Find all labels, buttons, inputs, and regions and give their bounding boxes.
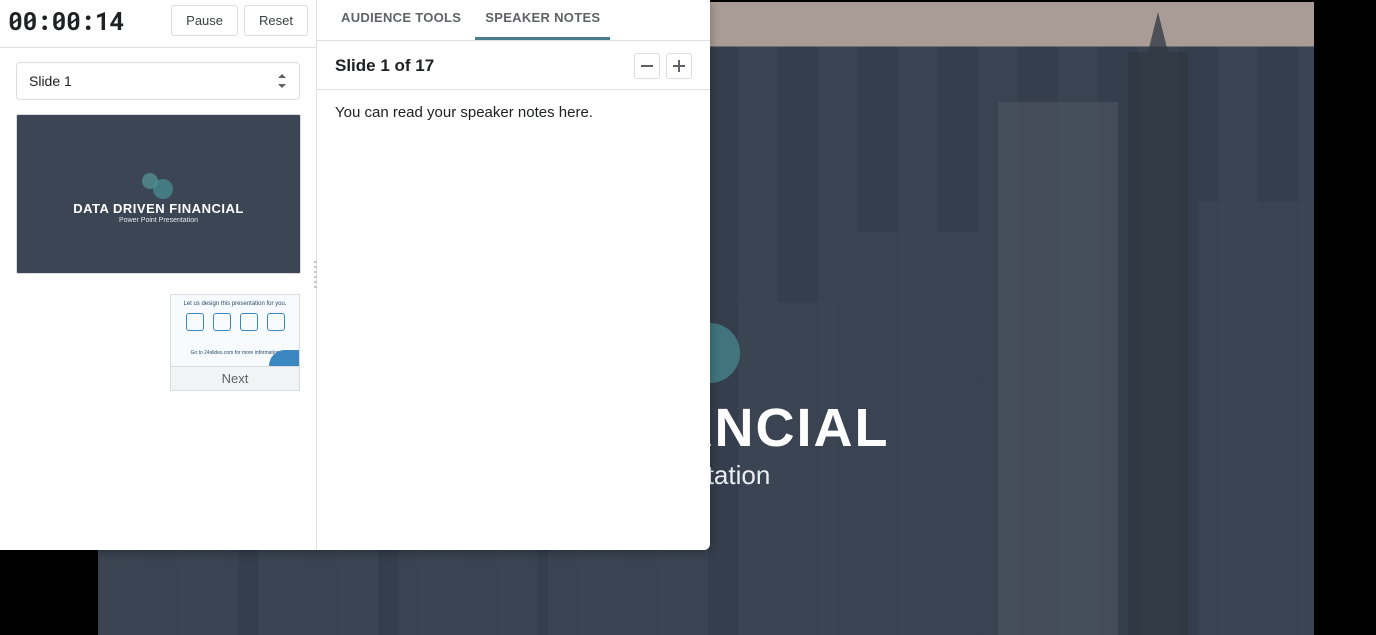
tab-audience-tools[interactable]: AUDIENCE TOOLS bbox=[331, 0, 471, 40]
notes-zoom-out-button[interactable] bbox=[634, 53, 660, 79]
minus-icon bbox=[641, 65, 653, 67]
speaker-notes-body: You can read your speaker notes here. bbox=[317, 90, 710, 550]
slide-select-label: Slide 1 bbox=[29, 73, 72, 89]
plus-icon bbox=[673, 60, 685, 72]
presenter-right-pane: AUDIENCE TOOLS SPEAKER NOTES Slide 1 of … bbox=[317, 0, 710, 550]
notes-zoom-controls bbox=[634, 53, 692, 79]
select-updown-icon bbox=[278, 74, 287, 88]
next-slide-thumbnail[interactable]: Let us design this presentation for you.… bbox=[170, 294, 300, 367]
next-thumb-line1: Let us design this presentation for you. bbox=[171, 301, 299, 307]
slide-select-dropdown[interactable]: Slide 1 bbox=[16, 62, 300, 100]
timer-row: 00:00:14 Pause Reset bbox=[0, 0, 316, 48]
presenter-view-panel: 00:00:14 Pause Reset Slide 1 DATA DRIVEN… bbox=[0, 0, 710, 550]
presenter-left-pane: 00:00:14 Pause Reset Slide 1 DATA DRIVEN… bbox=[0, 0, 317, 550]
speaker-notes-header: Slide 1 of 17 bbox=[317, 41, 710, 90]
thumb-title: DATA DRIVEN FINANCIAL bbox=[73, 201, 244, 216]
notes-slide-counter: Slide 1 of 17 bbox=[335, 56, 434, 76]
presenter-tabs: AUDIENCE TOOLS SPEAKER NOTES bbox=[317, 0, 710, 41]
next-slide-block: Let us design this presentation for you.… bbox=[170, 294, 300, 391]
next-thumb-icon-row bbox=[181, 313, 289, 331]
current-slide-thumbnail[interactable]: DATA DRIVEN FINANCIAL Power Point Presen… bbox=[16, 114, 301, 274]
pause-button[interactable]: Pause bbox=[171, 5, 238, 36]
next-label: Next bbox=[170, 367, 300, 391]
thumb-graphic-circles bbox=[142, 173, 176, 199]
pane-resize-grip[interactable] bbox=[314, 261, 317, 289]
notes-zoom-in-button[interactable] bbox=[666, 53, 692, 79]
elapsed-timer: 00:00:14 bbox=[8, 4, 165, 37]
tab-speaker-notes[interactable]: SPEAKER NOTES bbox=[475, 0, 610, 40]
thumb-subtitle: Power Point Presentation bbox=[119, 217, 198, 224]
reset-button[interactable]: Reset bbox=[244, 5, 308, 36]
